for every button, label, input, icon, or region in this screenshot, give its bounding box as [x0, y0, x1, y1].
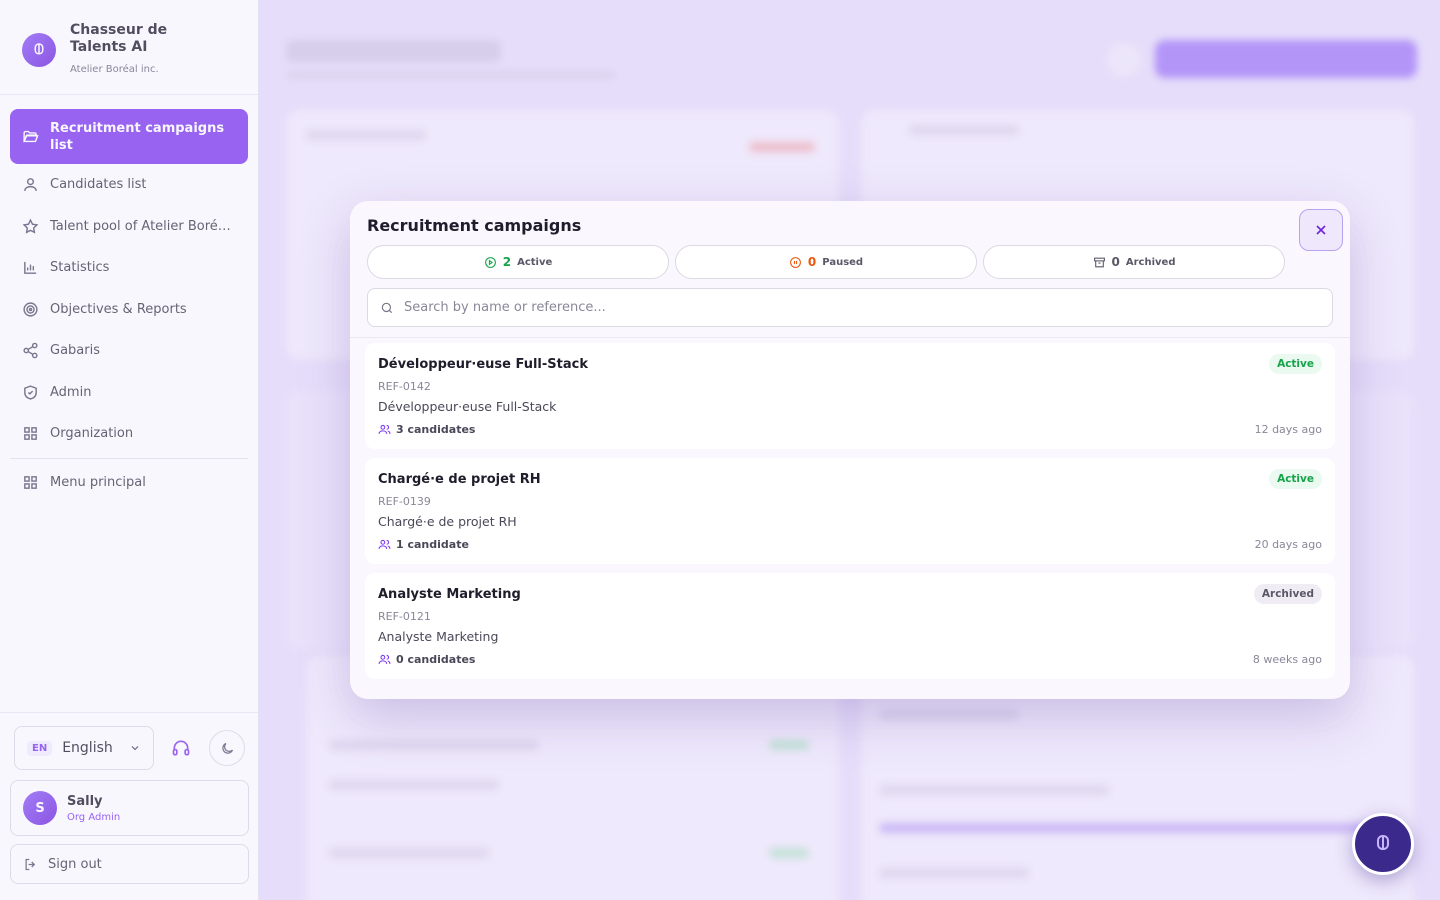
campaign-candidates: 3 candidates: [378, 423, 475, 436]
campaign-time: 8 weeks ago: [1252, 653, 1322, 666]
search-input[interactable]: [404, 300, 1320, 315]
ai-assistant-button[interactable]: [1352, 813, 1414, 875]
campaign-candidates: 1 candidate: [378, 538, 469, 551]
tab-count: 0: [807, 255, 817, 269]
campaign-description: Chargé·e de projet RH: [378, 514, 517, 529]
campaign-time: 12 days ago: [1254, 423, 1322, 436]
status-tabs: 2 Active 0 Paused 0 Archived: [367, 245, 1285, 279]
campaign-candidates: 0 candidates: [378, 653, 475, 666]
tab-count: 0: [1111, 255, 1120, 269]
close-icon: [1316, 225, 1326, 235]
search-icon: [381, 302, 393, 313]
tab-label: Active: [517, 256, 553, 268]
campaign-title: Chargé·e de projet RH: [378, 472, 541, 487]
brain-icon: [1377, 834, 1389, 851]
modal-title: Recruitment campaigns: [367, 216, 582, 235]
close-button[interactable]: [1299, 209, 1343, 251]
campaign-list: Développeur·euse Full-Stack Active REF-0…: [365, 343, 1335, 688]
tab-label: Archived: [1125, 256, 1176, 268]
campaign-title: Développeur·euse Full-Stack: [378, 357, 588, 372]
campaign-description: Analyste Marketing: [378, 629, 499, 644]
candidates-count: 1 candidate: [396, 538, 469, 551]
campaign-ref: REF-0121: [378, 610, 431, 623]
status-badge: Active: [1269, 469, 1322, 489]
campaign-card[interactable]: Développeur·euse Full-Stack Active REF-0…: [365, 343, 1335, 449]
users-icon: [378, 424, 391, 434]
pause-circle-icon: [789, 256, 801, 268]
status-badge: Active: [1269, 354, 1322, 374]
users-icon: [378, 539, 391, 549]
candidates-count: 0 candidates: [396, 653, 476, 666]
search-field[interactable]: [367, 288, 1333, 327]
campaign-card[interactable]: Analyste Marketing Archived REF-0121 Ana…: [365, 573, 1335, 679]
campaign-ref: REF-0142: [378, 380, 431, 393]
users-icon: [378, 654, 391, 664]
campaign-card[interactable]: Chargé·e de projet RH Active REF-0139 Ch…: [365, 458, 1335, 564]
tab-paused[interactable]: 0 Paused: [675, 245, 977, 279]
play-circle-icon: [484, 256, 496, 268]
status-badge: Archived: [1253, 584, 1322, 604]
tab-active[interactable]: 2 Active: [367, 245, 669, 279]
candidates-count: 3 candidates: [396, 423, 476, 436]
campaign-title: Analyste Marketing: [378, 587, 521, 602]
tab-archived[interactable]: 0 Archived: [983, 245, 1285, 279]
campaign-ref: REF-0139: [378, 495, 431, 508]
tab-label: Paused: [822, 256, 864, 268]
tab-count: 2: [502, 255, 512, 269]
campaign-description: Développeur·euse Full-Stack: [378, 399, 557, 414]
campaign-time: 20 days ago: [1254, 538, 1322, 551]
modal-divider: [350, 337, 1350, 338]
campaigns-modal: Recruitment campaigns 2 Active 0 Paused …: [350, 201, 1350, 699]
archive-icon: [1093, 257, 1105, 267]
